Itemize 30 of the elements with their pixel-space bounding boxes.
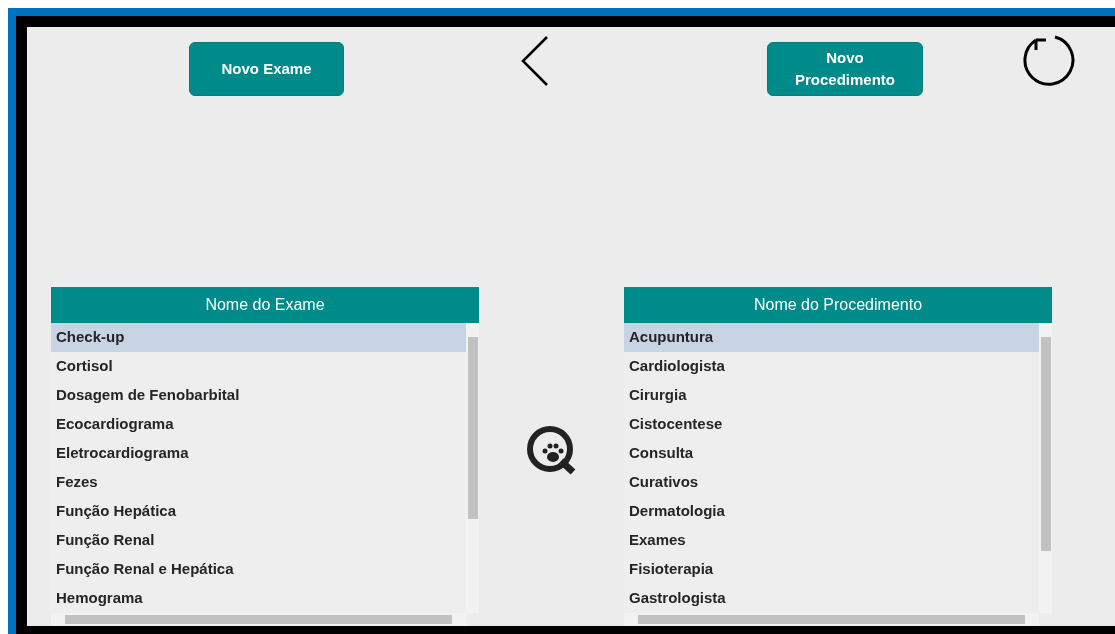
list-item[interactable]: Cortisol [51,352,466,381]
horizontal-scrollbar[interactable] [624,613,1039,626]
list-item[interactable]: Fezes [51,468,466,497]
list-item[interactable]: Curativos [624,468,1039,497]
list-item[interactable]: Função Renal [51,526,466,555]
list-item[interactable]: Cardiologista [624,352,1039,381]
refresh-icon[interactable] [1022,33,1076,87]
list-item[interactable]: Hemograma [51,584,466,613]
list-item[interactable]: Eletrocardiograma [51,439,466,468]
list-item[interactable]: Consulta [624,439,1039,468]
column-header: Nome do Exame [51,287,479,323]
list-item[interactable]: Fisioterapia [624,555,1039,584]
list-item[interactable]: Dermatologia [624,497,1039,526]
new-exam-button[interactable]: Novo Exame [189,42,344,96]
list-item[interactable]: Gastrologista [624,584,1039,613]
list-item[interactable]: Cirurgia [624,381,1039,410]
list-item[interactable]: Acupuntura [624,323,1039,352]
column-header: Nome do Procedimento [624,287,1052,323]
list-item[interactable]: Ecocardiograma [51,410,466,439]
vertical-scrollbar[interactable] [1039,323,1052,613]
list-item[interactable]: Dosagem de Fenobarbital [51,381,466,410]
list-item[interactable]: Função Hepática [51,497,466,526]
list-item[interactable]: Exames [624,526,1039,555]
list-item[interactable]: Função Renal e Hepática [51,555,466,584]
vertical-scrollbar[interactable] [466,323,479,613]
list-item[interactable]: Cistocentese [624,410,1039,439]
new-procedure-button[interactable]: Novo Procedimento [767,42,923,96]
back-icon[interactable] [520,36,548,86]
list-item[interactable]: Check-up [51,323,466,352]
horizontal-scrollbar[interactable] [51,613,466,626]
